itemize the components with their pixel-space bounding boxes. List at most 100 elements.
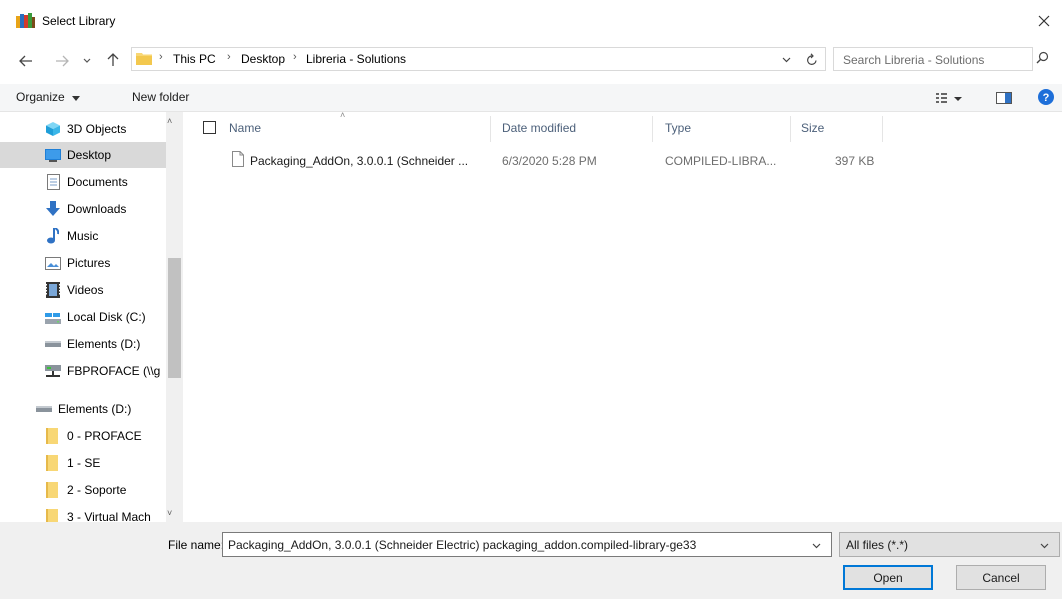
scrollbar-thumb[interactable] (168, 258, 181, 378)
download-icon (45, 201, 61, 217)
nav-item-videos[interactable]: Videos (0, 277, 166, 303)
nav-item-label: 3D Objects (67, 122, 127, 136)
documents-icon (45, 174, 61, 190)
navigation-pane[interactable]: 3D Objects Desktop Documents Downloads M… (0, 112, 182, 522)
address-bar[interactable] (131, 47, 826, 71)
nav-item-folder-proface[interactable]: 0 - PROFACE (0, 423, 166, 449)
breadcrumb-desktop[interactable]: Desktop (241, 52, 285, 66)
new-folder-button[interactable]: New folder (132, 90, 189, 104)
close-icon (1038, 15, 1050, 27)
column-header-size[interactable]: Size (801, 121, 824, 135)
nav-item-label: Elements (D:) (58, 402, 132, 416)
preview-pane-button[interactable] (996, 91, 1012, 108)
nav-item-label: Documents (67, 175, 128, 189)
nav-item-documents[interactable]: Documents (0, 169, 166, 195)
column-divider[interactable] (652, 116, 653, 142)
nav-item-label: Music (67, 229, 99, 243)
up-button[interactable] (104, 51, 122, 69)
nav-item-3d-objects[interactable]: 3D Objects (0, 116, 166, 142)
view-details-icon (936, 93, 962, 103)
file-name-history-button[interactable] (812, 538, 821, 552)
arrow-left-icon (19, 55, 32, 67)
nav-item-music[interactable]: Music (0, 223, 166, 249)
preview-pane-icon (996, 92, 1012, 104)
window-title: Select Library (42, 14, 116, 28)
chevron-down-icon (812, 543, 821, 549)
videos-icon (45, 282, 61, 298)
search-placeholder: Search Libreria - Solutions (843, 53, 985, 67)
nav-item-folder-soporte[interactable]: 2 - Soporte (0, 477, 166, 503)
arrow-up-icon (107, 53, 119, 66)
nav-item-label: 2 - Soporte (67, 483, 127, 497)
column-header-date-modified[interactable]: Date modified (502, 121, 576, 135)
file-name: Packaging_AddOn, 3.0.0.1 (Schneider ... (250, 154, 469, 168)
forward-button[interactable] (52, 52, 72, 70)
chevron-down-icon (72, 96, 81, 101)
cancel-button[interactable]: Cancel (956, 565, 1046, 590)
nav-item-desktop[interactable]: Desktop (0, 142, 166, 168)
folder-icon (136, 53, 152, 65)
nav-item-downloads[interactable]: Downloads (0, 196, 166, 222)
folder-icon (45, 482, 61, 498)
nav-item-label: 1 - SE (67, 456, 101, 470)
folder-icon (45, 509, 61, 522)
nav-item-elements-d-root[interactable]: Elements (D:) (0, 396, 166, 422)
search-button[interactable] (1036, 51, 1049, 67)
nav-item-network-drive[interactable]: FBPROFACE (\\g (0, 358, 166, 384)
column-divider[interactable] (790, 116, 791, 142)
refresh-button[interactable] (801, 49, 823, 69)
nav-item-label: Downloads (67, 202, 127, 216)
file-type: COMPILED-LIBRA... (665, 154, 777, 168)
breadcrumb-separator: › (227, 51, 231, 63)
nav-item-local-disk-c[interactable]: Local Disk (C:) (0, 304, 166, 330)
file-icon (232, 151, 244, 167)
nav-item-label: FBPROFACE (\\g (67, 364, 161, 378)
nav-item-label: Desktop (67, 148, 112, 162)
desktop-icon (45, 147, 61, 163)
column-divider[interactable] (882, 116, 883, 142)
column-header-name[interactable]: Name (229, 121, 261, 135)
open-button[interactable]: Open (843, 565, 933, 590)
nav-item-label: 3 - Virtual Mach (67, 510, 151, 522)
column-divider[interactable] (490, 116, 491, 142)
nav-item-elements-d[interactable]: Elements (D:) (0, 331, 166, 357)
arrow-right-icon (56, 55, 69, 67)
network-drive-icon (45, 363, 61, 379)
file-list[interactable] (183, 112, 1062, 522)
organize-label: Organize (16, 90, 65, 104)
refresh-icon (807, 52, 817, 65)
local-disk-icon (45, 309, 61, 325)
recent-locations-button[interactable] (80, 52, 94, 70)
organize-button[interactable]: Organize (16, 90, 81, 104)
select-all-checkbox[interactable] (203, 121, 216, 134)
drive-icon (45, 336, 61, 352)
nav-item-folder-virtual-mach[interactable]: 3 - Virtual Mach (0, 504, 166, 522)
address-dropdown-button[interactable] (782, 52, 791, 66)
filter-dropdown-button[interactable] (1040, 538, 1049, 552)
nav-item-label: 0 - PROFACE (67, 429, 142, 443)
music-icon (45, 228, 61, 244)
back-button[interactable] (16, 52, 36, 70)
file-name-input[interactable]: Packaging_AddOn, 3.0.0.1 (Schneider Elec… (222, 532, 832, 557)
svg-text:?: ? (1043, 92, 1050, 104)
folder-icon (45, 455, 61, 471)
title-bar: Select Library (0, 0, 1062, 40)
chevron-down-icon (1040, 543, 1049, 549)
scroll-down-icon[interactable]: ˅ (167, 508, 172, 518)
pictures-icon (45, 255, 61, 271)
folder-icon (45, 428, 61, 444)
change-view-button[interactable] (935, 91, 963, 108)
nav-item-folder-se[interactable]: 1 - SE (0, 450, 166, 476)
breadcrumb-separator: › (159, 51, 163, 63)
breadcrumb-this-pc[interactable]: This PC (173, 52, 216, 66)
nav-item-pictures[interactable]: Pictures (0, 250, 166, 276)
column-header-type[interactable]: Type (665, 121, 691, 135)
scroll-up-icon[interactable]: ˄ (167, 116, 172, 126)
breadcrumb-current-folder[interactable]: Libreria - Solutions (306, 52, 406, 66)
help-icon: ? (1038, 89, 1054, 105)
file-type-filter-select[interactable]: All files (*.*) (839, 532, 1060, 557)
help-button[interactable]: ? (1038, 89, 1054, 108)
chevron-down-icon (83, 58, 91, 63)
nav-item-label: Local Disk (C:) (67, 310, 146, 324)
close-button[interactable] (1026, 6, 1062, 36)
